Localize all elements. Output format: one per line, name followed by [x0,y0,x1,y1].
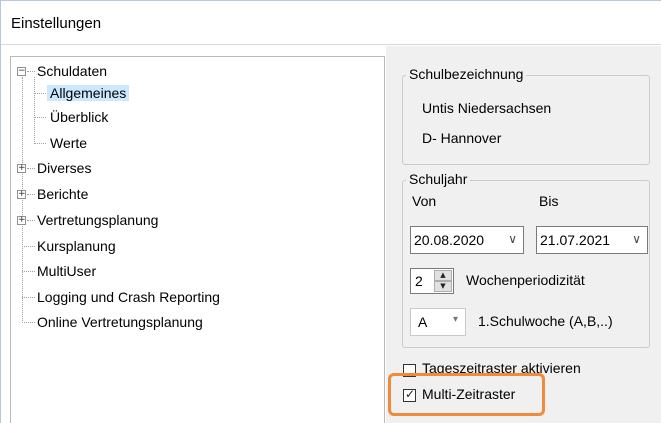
from-date-value: 20.08.2020 [414,232,485,248]
expand-icon[interactable]: + [17,216,26,225]
expand-icon[interactable]: + [17,164,26,173]
chevron-down-icon[interactable]: ▾ [453,314,458,325]
highlight-annotation [388,373,545,416]
tree-item-label: Werte [50,135,88,151]
tree-item-schuldaten[interactable]: Schuldaten [37,60,107,82]
tree-item-label: MultiUser [37,263,97,279]
settings-window: Einstellungen − Schuldaten Allgemeines Ü… [0,0,661,423]
period-label: Wochenperiodizität [466,272,585,288]
details-panel: Schulbezeichnung Untis Niedersachsen D- … [386,46,661,423]
school-name-text: Untis Niedersachsen [422,100,552,116]
tree-item-label: Kursplanung [37,238,116,254]
to-date-picker[interactable]: 21.07.2021 ∨ [536,226,648,254]
collapse-icon[interactable]: − [17,67,26,76]
stepper-up-icon[interactable]: ▲ [434,270,452,281]
title-bar: Einstellungen [1,1,661,45]
tree-item-label: Diverses [37,160,92,176]
tree-item-ueberblick[interactable]: Überblick [50,106,108,128]
tree-item-label: Berichte [37,186,89,202]
tree-item-label: Schuldaten [37,63,108,79]
tree-item-allgemeines[interactable]: Allgemeines [47,82,130,104]
tree-item-logging[interactable]: Logging und Crash Reporting [37,286,220,308]
tree-item-label: Online Vertretungsplanung [37,314,203,330]
expand-icon[interactable]: + [17,190,26,199]
tree-item-label: Überblick [50,109,109,125]
stepper-buttons: ▲ ▼ [434,270,452,292]
to-label: Bis [539,193,559,209]
tree-item-online-vertretungsplanung[interactable]: Online Vertretungsplanung [37,311,203,333]
tree-item-label: Vertretungsplanung [37,212,159,228]
school-year-group-label: Schuljahr [406,171,471,187]
tree-item-berichte[interactable]: Berichte [37,183,88,205]
school-location-text: D- Hannover [422,130,502,146]
from-date-picker[interactable]: 20.08.2020 ∨ [410,226,524,254]
chevron-down-icon[interactable]: ∨ [632,232,641,246]
tree-item-werte[interactable]: Werte [50,132,87,154]
first-week-label: 1.Schulwoche (A,B,..) [478,313,613,329]
tree-item-multiuser[interactable]: MultiUser [37,260,96,282]
from-label: Von [412,193,437,209]
tree-item-kursplanung[interactable]: Kursplanung [37,235,116,257]
window-title: Einstellungen [11,15,102,32]
tree-item-label: Logging und Crash Reporting [37,289,220,305]
tree-item-diverses[interactable]: Diverses [37,157,91,179]
first-week-value: A [418,314,428,330]
settings-tree[interactable]: − Schuldaten Allgemeines Überblick Werte… [10,56,385,423]
period-value: 2 [415,273,423,289]
school-name-group-label: Schulbezeichnung [406,66,527,82]
stepper-down-icon[interactable]: ▼ [434,281,452,292]
to-date-value: 21.07.2021 [540,232,611,248]
period-stepper[interactable]: 2 ▲ ▼ [410,268,454,294]
tree-item-vertretungsplanung[interactable]: Vertretungsplanung [37,209,158,231]
tree-item-label: Allgemeines [47,85,130,101]
school-name-group [402,75,650,165]
chevron-down-icon[interactable]: ∨ [508,232,517,246]
first-week-select[interactable]: A ▾ [410,308,466,336]
window-border-left [0,0,1,423]
